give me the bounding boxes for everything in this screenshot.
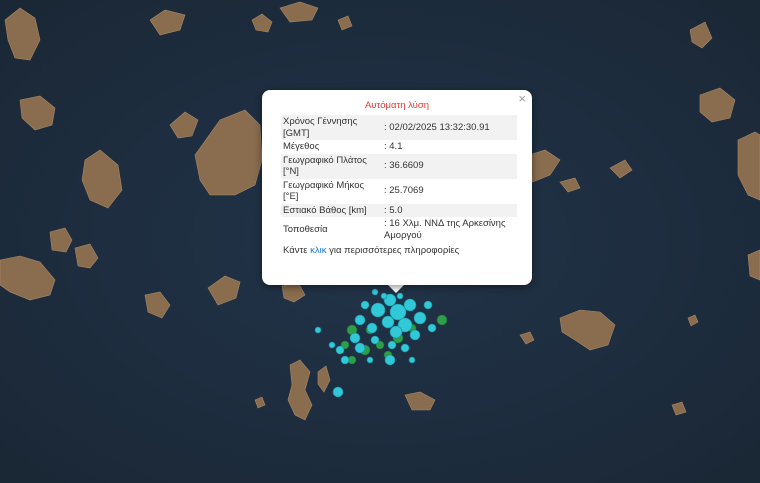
recent-event-marker <box>360 300 370 310</box>
close-icon[interactable]: × <box>518 92 526 106</box>
more-info-link[interactable]: κλικ <box>310 245 326 256</box>
recent-event-marker <box>413 311 427 325</box>
recent-event-marker <box>328 341 336 349</box>
recent-event-marker <box>423 300 433 310</box>
table-row: Χρόνος Γέννησης [GMT] : 02/02/2025 13:32… <box>281 115 517 140</box>
row-label: Μέγεθος <box>283 141 320 152</box>
recent-event-marker <box>389 325 403 339</box>
row-value: : 16 Χλμ. ΝΝΔ της Αρκεσίνης Αμοργού <box>384 218 506 241</box>
row-label: Γεωγραφικό Μήκος [°E] <box>283 179 365 203</box>
recent-event-marker <box>409 329 421 341</box>
recent-event-marker <box>408 356 416 364</box>
recent-event-marker <box>384 354 396 366</box>
table-row: Τοποθεσία : 16 Χλμ. ΝΝΔ της Αρκεσίνης Αμ… <box>281 217 517 242</box>
recent-event-marker <box>371 288 379 296</box>
more-info: Κάντε κλικ για περισσότερες πληροφορίες <box>283 245 532 256</box>
recent-event-marker <box>370 335 380 345</box>
row-label: Γεωγραφικό Πλάτος [°N] <box>281 153 382 179</box>
recent-event-marker <box>314 326 322 334</box>
recent-event-marker <box>340 355 350 365</box>
row-label: Τοποθεσία <box>283 223 328 235</box>
recent-event-marker <box>354 342 366 354</box>
recent-event-marker <box>427 323 437 333</box>
row-value: : 5.0 <box>382 203 517 217</box>
row-value: : 4.1 <box>384 141 403 152</box>
more-suffix: για περισσότερες πληροφορίες <box>329 245 460 256</box>
recent-event-marker <box>349 332 361 344</box>
earthquake-popup: × Αυτόματη λύση Χρόνος Γέννησης [GMT] : … <box>262 90 532 285</box>
recent-event-marker <box>381 315 395 329</box>
row-value: : 36.6609 <box>382 153 517 179</box>
row-label: Χρόνος Γέννησης [GMT] <box>281 115 382 140</box>
recent-event-marker <box>387 340 397 350</box>
recent-event-marker <box>366 356 374 364</box>
recent-event-marker <box>366 322 378 334</box>
table-row: Γεωγραφικό Πλάτος [°N] : 36.6609 <box>281 153 517 179</box>
recent-event-marker <box>403 298 417 312</box>
popup-title: Αυτόματη λύση <box>364 100 430 111</box>
recent-event-marker <box>335 345 345 355</box>
recent-event-marker <box>354 314 366 326</box>
recent-event-marker <box>380 292 388 300</box>
info-table: Χρόνος Γέννησης [GMT] : 02/02/2025 13:32… <box>281 115 517 242</box>
table-row: Εστιακό Βάθος [km] : 5.0 <box>281 203 517 217</box>
recent-event-marker <box>332 386 344 398</box>
recent-event-marker <box>370 302 386 318</box>
table-row: Μέγεθος : 4.1 <box>281 140 517 154</box>
row-value: : 25.7069 <box>384 185 424 197</box>
recent-event-marker <box>396 292 404 300</box>
row-label: Εστιακό Βάθος [km] <box>281 203 382 217</box>
island-nisyros <box>747 249 760 281</box>
more-prefix: Κάντε <box>283 245 308 256</box>
older-event-marker <box>436 314 448 326</box>
row-value: : 02/02/2025 13:32:30.91 <box>382 115 517 140</box>
table-row: Γεωγραφικό Μήκος [°E] : 25.7069 <box>281 179 517 204</box>
popup-tip <box>387 284 405 293</box>
recent-event-marker <box>400 343 410 353</box>
